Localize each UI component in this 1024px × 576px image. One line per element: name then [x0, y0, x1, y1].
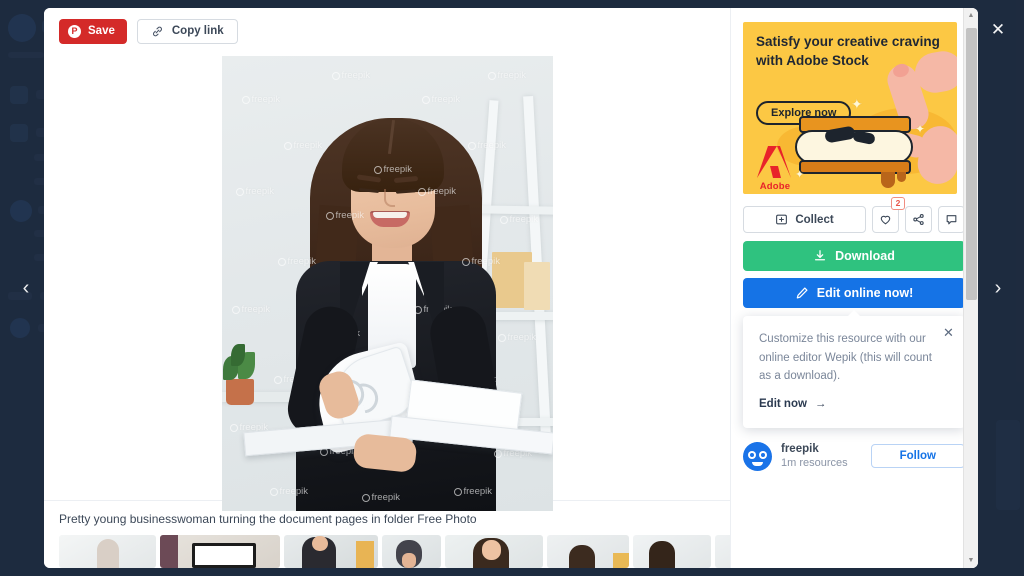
- tooltip-edit-now-link[interactable]: Edit now →: [759, 398, 826, 410]
- like-button[interactable]: 2: [872, 197, 905, 233]
- adobe-wordmark: Adobe: [759, 181, 791, 192]
- share-button[interactable]: [905, 206, 932, 233]
- avatar[interactable]: [743, 441, 772, 471]
- avatar-mouth: [752, 461, 763, 466]
- modal-body: P Save Copy link freepik freepik freepik…: [44, 8, 978, 568]
- share-bar: P Save Copy link: [44, 8, 730, 54]
- comment-button[interactable]: [938, 206, 965, 233]
- ad-sandwich-drip: [881, 172, 895, 188]
- tooltip-edit-now-label: Edit now: [759, 397, 807, 410]
- thumbnail-item[interactable]: [547, 535, 629, 568]
- like-count-badge: 2: [891, 197, 905, 210]
- thumbnail-item[interactable]: [633, 535, 711, 568]
- pencil-icon: [796, 287, 808, 299]
- edit-online-button[interactable]: Edit online now!: [743, 278, 965, 308]
- photo-person-nose: [383, 189, 395, 207]
- pinterest-save-button[interactable]: P Save: [59, 18, 127, 44]
- photo-plant-pot: [225, 379, 254, 405]
- image-detail-modal: P Save Copy link freepik freepik freepik…: [44, 8, 978, 568]
- author-row: freepik 1m resources Follow: [743, 441, 965, 471]
- wepik-tooltip: ✕ Customize this resource with our onlin…: [743, 310, 965, 428]
- photo-prop-box: [523, 262, 550, 310]
- thumbnail-item[interactable]: [715, 535, 730, 568]
- adobe-logo: Adobe: [754, 144, 796, 192]
- sidebar-column: Satisfy your creative craving with Adobe…: [731, 8, 978, 568]
- heart-icon: [880, 215, 891, 225]
- related-thumbnail-strip[interactable]: [44, 535, 730, 568]
- photo-plant-leaf: [230, 344, 245, 366]
- preview-column: P Save Copy link freepik freepik freepik…: [44, 8, 731, 568]
- tooltip-text: Customize this resource with our online …: [759, 333, 933, 383]
- pinterest-icon: P: [68, 24, 81, 38]
- author-resource-count: 1m resources: [781, 457, 848, 470]
- tooltip-close-button[interactable]: ✕: [941, 325, 956, 340]
- thumbnail-item[interactable]: [382, 535, 441, 568]
- collect-label: Collect: [795, 213, 834, 226]
- download-icon: [815, 250, 826, 261]
- thumbnail-item[interactable]: [160, 535, 280, 568]
- avatar-antenna: [756, 441, 758, 447]
- scrollbar-track[interactable]: [964, 23, 979, 553]
- adobe-stock-ad[interactable]: Satisfy your creative craving with Adobe…: [743, 22, 957, 194]
- next-image-button[interactable]: ›: [982, 272, 1014, 304]
- scrollbar-thumb[interactable]: [965, 28, 977, 300]
- sidebar-scrollbar[interactable]: ▲ ▼: [963, 8, 978, 568]
- sparkle-icon: ✦: [915, 122, 926, 136]
- action-row: Collect 2: [743, 197, 965, 233]
- scroll-down-arrow[interactable]: ▼: [964, 553, 979, 568]
- scroll-up-arrow[interactable]: ▲: [964, 8, 979, 23]
- copy-link-label: Copy link: [171, 25, 224, 37]
- comment-icon: [946, 215, 957, 225]
- collect-icon: [776, 214, 788, 225]
- download-label: Download: [835, 249, 895, 263]
- thumbnail-item[interactable]: [59, 535, 156, 568]
- close-modal-button[interactable]: ✕: [985, 17, 1011, 43]
- author-meta: freepik 1m resources: [781, 443, 862, 469]
- photo-person-hand: [351, 432, 418, 474]
- arrow-right-icon: →: [814, 397, 827, 410]
- photo-stage: freepik freepik freepik freepik freepik …: [44, 54, 730, 511]
- pinterest-save-label: Save: [88, 25, 115, 37]
- ad-sandwich-drip: [897, 172, 906, 182]
- sparkle-icon: ✦: [851, 96, 863, 112]
- thumbnail-item[interactable]: [445, 535, 543, 568]
- ad-headline: Satisfy your creative craving with Adobe…: [756, 34, 940, 68]
- thumbnail-item[interactable]: [284, 535, 378, 568]
- copy-link-button[interactable]: Copy link: [136, 18, 238, 44]
- edit-online-label: Edit online now!: [816, 286, 914, 300]
- link-icon: [152, 26, 162, 36]
- share-icon: [913, 214, 924, 225]
- sparkle-icon: ✦: [795, 169, 805, 181]
- main-preview-image[interactable]: freepik freepik freepik freepik freepik …: [221, 56, 553, 511]
- previous-image-button[interactable]: ‹: [10, 272, 42, 304]
- collect-button[interactable]: Collect: [743, 206, 866, 233]
- photo-person-teeth: [372, 212, 407, 218]
- author-name[interactable]: freepik: [781, 443, 862, 455]
- download-button[interactable]: Download: [743, 241, 965, 271]
- follow-button[interactable]: Follow: [870, 444, 965, 469]
- photo-shelf: [471, 205, 553, 215]
